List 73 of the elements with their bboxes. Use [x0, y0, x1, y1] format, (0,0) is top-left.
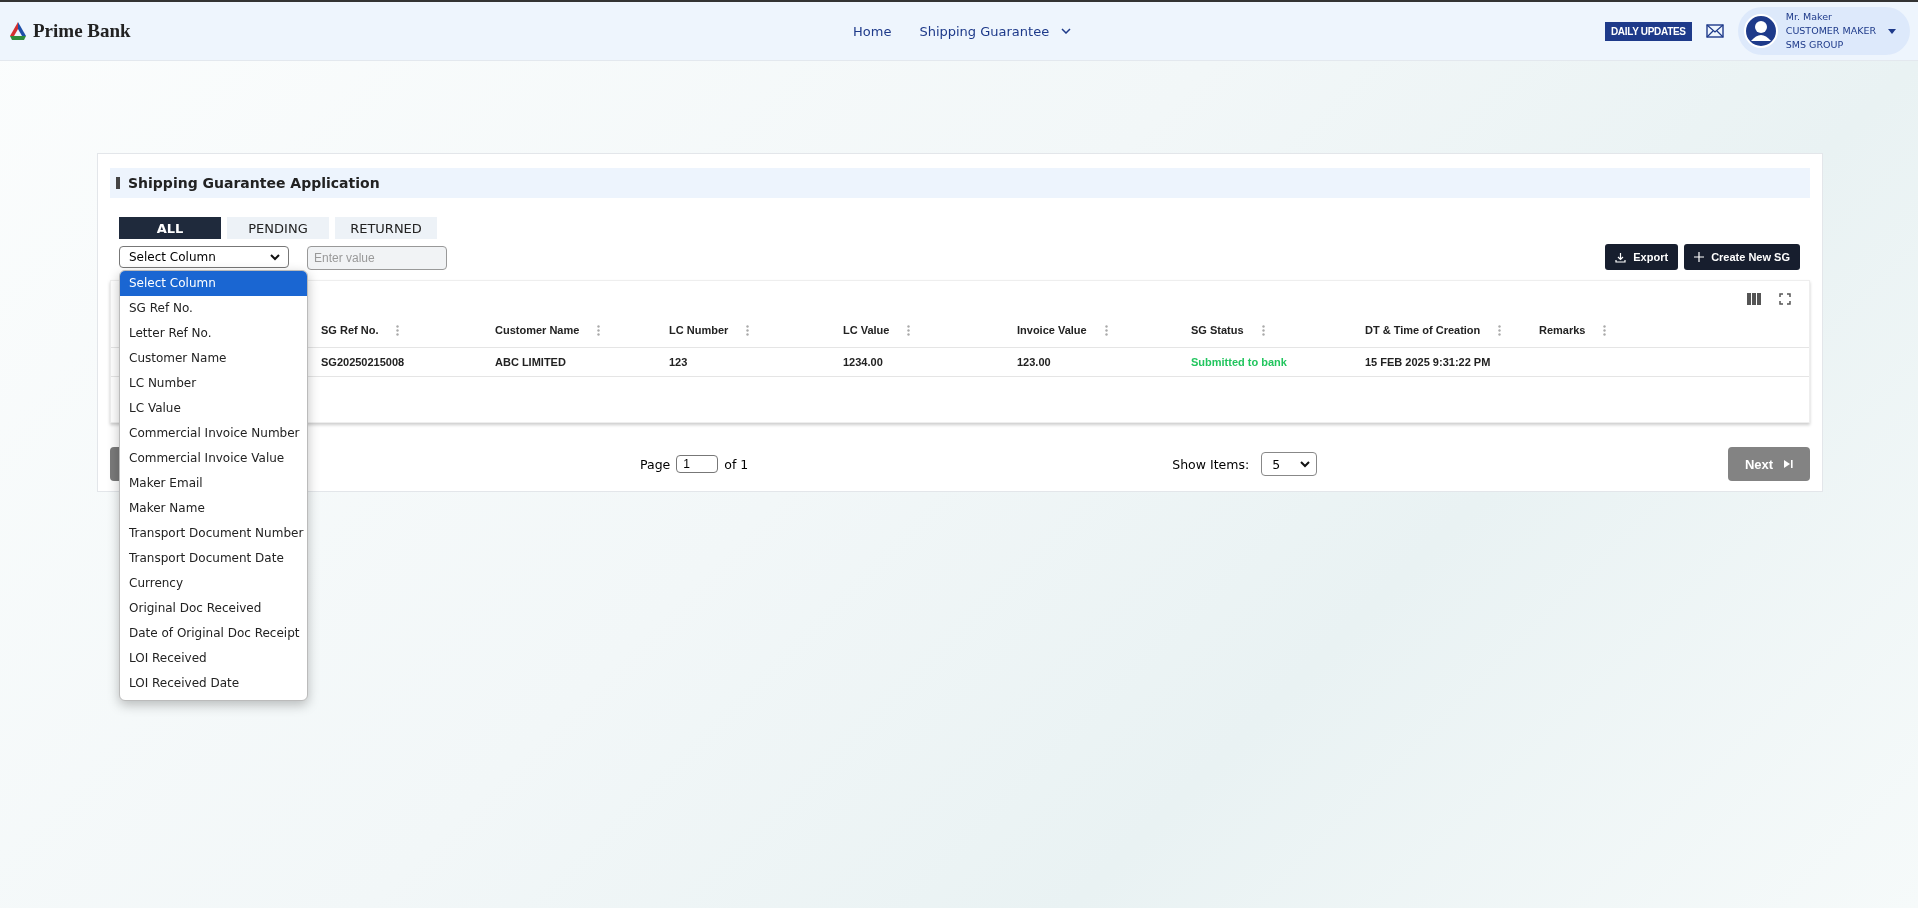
- plus-icon: [1694, 252, 1705, 262]
- column-select[interactable]: Select Column: [119, 246, 289, 268]
- action-button[interactable]: Export: [1605, 244, 1679, 270]
- table-cell: 1234.00: [843, 356, 883, 368]
- column-header[interactable]: Customer Name: [495, 324, 580, 336]
- chevron-icon: [270, 253, 280, 261]
- skip-next-icon: [1783, 459, 1794, 469]
- dropdown-option[interactable]: LOI Received Date: [120, 671, 308, 696]
- kebab-icon[interactable]: [1261, 324, 1265, 336]
- dropdown-option[interactable]: Maker Name: [120, 496, 308, 521]
- kebab-icon[interactable]: [1498, 324, 1502, 336]
- column-header[interactable]: Invoice Value: [1017, 324, 1087, 336]
- page-label: Page: [640, 456, 671, 472]
- column-header[interactable]: LC Value: [843, 324, 890, 336]
- dropdown-option[interactable]: Maker Email: [120, 471, 308, 496]
- dropdown-option[interactable]: SG Ref No.: [120, 296, 308, 321]
- chevron-icon: [1300, 460, 1311, 468]
- page-count: of 1: [724, 456, 749, 472]
- page-input[interactable]: 1: [676, 455, 719, 473]
- dropdown-option[interactable]: Customer Name: [120, 346, 308, 371]
- dropdown-option[interactable]: Select Column: [120, 271, 308, 296]
- caret-icon: [1888, 28, 1896, 34]
- user-menu[interactable]: Mr. Maker CUSTOMER MAKER SMS GROUP: [1737, 7, 1910, 55]
- status-tab[interactable]: RETURNED: [335, 217, 437, 239]
- title-marker-icon: [116, 177, 120, 189]
- value-input[interactable]: Enter value: [307, 246, 447, 270]
- nav-link[interactable]: Home: [853, 23, 892, 39]
- dropdown-option[interactable]: LOI Received: [120, 646, 308, 671]
- dropdown-option[interactable]: Transport Document Number: [120, 521, 308, 546]
- card-title: Shipping Guarantee Application: [128, 175, 380, 191]
- dropdown-option[interactable]: Transport Document Date: [120, 546, 308, 571]
- column-header[interactable]: SG Ref No.: [321, 324, 379, 336]
- kebab-icon[interactable]: [746, 324, 750, 336]
- user-group: SMS GROUP: [1785, 38, 1876, 52]
- show-items-label: Show Items:: [1172, 456, 1250, 472]
- brand-name: Prime Bank: [33, 20, 131, 42]
- kebab-icon[interactable]: [1603, 324, 1607, 336]
- avatar-icon: [1743, 14, 1778, 48]
- kebab-icon[interactable]: [907, 324, 911, 336]
- table-cell: 123.00: [1017, 356, 1051, 368]
- column-header[interactable]: Remarks: [1539, 324, 1586, 336]
- dropdown-option[interactable]: Date of Original Doc Receipt: [120, 621, 308, 646]
- download-icon: [1615, 251, 1627, 263]
- user-name: Mr. Maker: [1785, 10, 1833, 24]
- table-cell: SG20250215008: [321, 356, 405, 368]
- dropdown-option[interactable]: Letter Ref No.: [120, 321, 308, 346]
- nav-link[interactable]: Shipping Guarantee: [919, 23, 1072, 39]
- status-tab[interactable]: ALL: [119, 217, 221, 239]
- action-button[interactable]: Create New SG: [1684, 244, 1800, 270]
- kebab-icon[interactable]: [396, 324, 400, 336]
- dropdown-option[interactable]: Currency: [120, 571, 308, 596]
- logo-icon: [8, 21, 28, 41]
- fullscreen-icon[interactable]: [1779, 293, 1791, 305]
- table-cell: ABC LIMITED: [495, 356, 566, 368]
- dropdown-option[interactable]: Commercial Invoice Value: [120, 446, 308, 471]
- daily-updates-button[interactable]: DAILY UPDATES: [1604, 21, 1692, 41]
- mail-icon[interactable]: [1705, 24, 1724, 38]
- column-header[interactable]: DT & Time of Creation: [1365, 324, 1481, 336]
- columns-icon[interactable]: [1747, 293, 1761, 305]
- dropdown-option[interactable]: Original Doc Received: [120, 596, 308, 621]
- kebab-icon[interactable]: [1104, 324, 1108, 336]
- column-header[interactable]: LC Number: [669, 324, 729, 336]
- items-per-page-select[interactable]: 5: [1261, 452, 1318, 476]
- dropdown-option[interactable]: LC Value: [120, 396, 308, 421]
- dropdown-option[interactable]: LC Number: [120, 371, 308, 396]
- user-role: CUSTOMER MAKER: [1785, 24, 1876, 38]
- dropdown-option[interactable]: Commercial Invoice Number: [120, 421, 308, 446]
- column-header[interactable]: SG Status: [1191, 324, 1244, 336]
- kebab-icon[interactable]: [597, 324, 601, 336]
- status-tab[interactable]: PENDING: [227, 217, 329, 239]
- table-cell: 15 FEB 2025 9:31:22 PM: [1365, 356, 1491, 368]
- table-cell: 123: [669, 356, 688, 368]
- table-cell: Submitted to bank: [1191, 356, 1287, 368]
